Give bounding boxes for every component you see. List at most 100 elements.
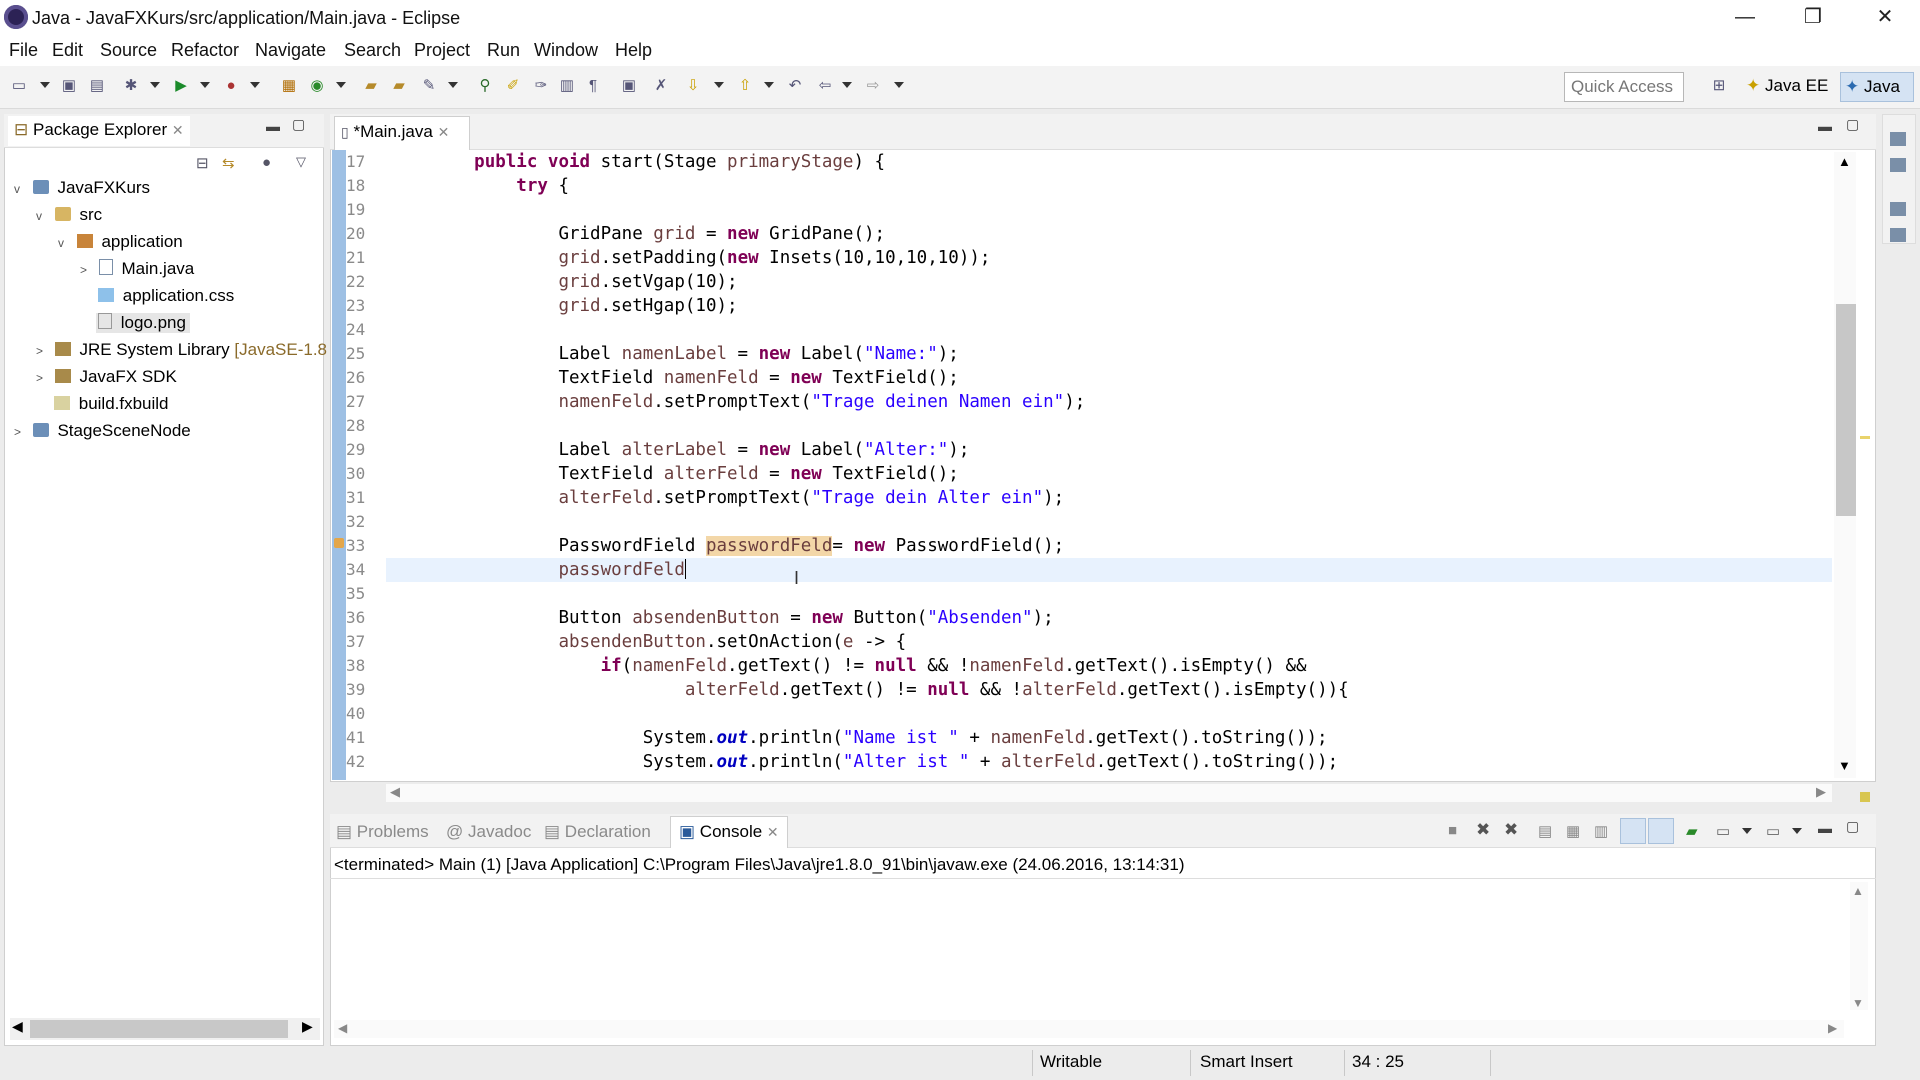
restore-button[interactable]: ❐ xyxy=(1780,0,1846,36)
outline-icon[interactable] xyxy=(1890,228,1906,242)
scroll-lock-icon[interactable]: ▦ xyxy=(1566,822,1580,840)
scroll-up-icon[interactable]: ▲ xyxy=(1852,884,1864,898)
tab-problems[interactable]: ▤ Problems xyxy=(336,822,429,842)
run-icon[interactable]: ▶ xyxy=(172,78,190,94)
menu-search[interactable]: Search xyxy=(344,40,401,61)
debug-dropdown-icon[interactable] xyxy=(150,82,160,88)
close-tab-icon[interactable]: ✕ xyxy=(438,124,450,140)
back-icon[interactable]: ⇦ xyxy=(816,78,834,94)
scroll-right-icon[interactable]: ▶ xyxy=(1816,784,1826,800)
remove-launch-icon[interactable]: ✖ xyxy=(1476,820,1490,840)
last-edit-location-icon[interactable]: ↶ xyxy=(786,78,804,94)
expand-arrow-icon[interactable]: v xyxy=(36,209,48,223)
open-task-icon[interactable]: ▰ xyxy=(390,78,408,94)
open-console-dropdown-icon[interactable] xyxy=(1792,828,1802,834)
new-class-dropdown-icon[interactable] xyxy=(336,82,346,88)
scroll-left-icon[interactable]: ◀ xyxy=(338,1021,347,1035)
scroll-right-icon[interactable]: ▶ xyxy=(302,1018,313,1035)
show-console-on-stderr-icon[interactable] xyxy=(1648,818,1674,844)
focus-on-active-task-icon[interactable]: ● xyxy=(262,154,271,171)
menu-edit[interactable]: Edit xyxy=(52,40,83,61)
close-tab-icon[interactable]: ✕ xyxy=(767,824,779,840)
clear-console-icon[interactable]: ▤ xyxy=(1538,822,1552,840)
tab-declaration[interactable]: ▤ Declaration xyxy=(544,822,651,842)
menu-file[interactable]: File xyxy=(9,40,38,61)
tree-item-src[interactable]: v src xyxy=(12,205,322,232)
toggle-block-selection-icon[interactable]: ✑ xyxy=(532,78,550,94)
display-selected-console-icon[interactable]: ▭ xyxy=(1716,822,1730,840)
link-with-editor-icon[interactable]: ⇆ xyxy=(222,154,235,172)
open-type-icon[interactable]: ▰ xyxy=(362,78,380,94)
tree-item-build-fxbuild[interactable]: build.fxbuild xyxy=(12,394,322,421)
expand-arrow-icon[interactable]: > xyxy=(36,371,48,385)
close-tab-icon[interactable]: ✕ xyxy=(172,122,184,138)
scroll-down-icon[interactable]: ▼ xyxy=(1852,996,1864,1010)
display-console-dropdown-icon[interactable] xyxy=(1742,828,1752,834)
quick-assist-bulb-icon[interactable] xyxy=(334,538,344,548)
forward-icon[interactable]: ⇨ xyxy=(864,78,882,94)
new-icon[interactable]: ▭ xyxy=(10,78,28,94)
editor-vscroll-thumb[interactable] xyxy=(1836,304,1856,516)
pin-icon[interactable]: ✗ xyxy=(652,78,670,94)
search-icon[interactable]: ✎ xyxy=(420,78,438,94)
tree-item-application[interactable]: v application xyxy=(12,232,322,259)
run-dropdown-icon[interactable] xyxy=(200,82,210,88)
forward-dropdown-icon[interactable] xyxy=(894,82,904,88)
package-explorer-hscroll-thumb[interactable] xyxy=(30,1020,288,1038)
new-dropdown-icon[interactable] xyxy=(40,82,50,88)
pin-console-icon[interactable]: ▰ xyxy=(1686,822,1698,840)
tree-item-stagescenenode[interactable]: > StageSceneNode xyxy=(12,421,322,448)
tree-item-jre-system-library[interactable]: > JRE System Library [JavaSE-1.8 xyxy=(12,340,327,367)
editor-hscrollbar[interactable] xyxy=(386,784,1832,802)
menu-navigate[interactable]: Navigate xyxy=(255,40,326,61)
maximize-editor-icon[interactable]: ▢ xyxy=(1846,116,1859,133)
terminal-icon[interactable]: ▣ xyxy=(620,78,638,94)
scroll-down-icon[interactable]: ▼ xyxy=(1838,758,1851,773)
overview-occurrence-marker[interactable] xyxy=(1860,436,1870,439)
scroll-right-icon[interactable]: ▶ xyxy=(1828,1021,1837,1035)
menu-window[interactable]: Window xyxy=(534,40,598,61)
quick-access-field[interactable]: Quick Access xyxy=(1564,72,1684,102)
maximize-view-icon[interactable]: ▢ xyxy=(292,116,305,133)
restore-view-icon[interactable] xyxy=(1890,202,1906,216)
previous-annotation-dropdown-icon[interactable] xyxy=(764,82,774,88)
tree-item-javafxkurs[interactable]: v JavaFXKurs xyxy=(12,178,322,205)
open-console-icon[interactable]: ▭ xyxy=(1766,822,1780,840)
toggle-breadcrumb-icon[interactable]: ⚲ xyxy=(476,78,494,94)
menu-refactor[interactable]: Refactor xyxy=(171,40,239,61)
open-perspective-icon[interactable]: ⊞ xyxy=(1710,78,1728,94)
menu-project[interactable]: Project xyxy=(414,40,470,61)
pilcrow-icon[interactable]: ¶ xyxy=(584,78,602,94)
mark-occurrences-icon[interactable]: ✐ xyxy=(504,78,522,94)
code-editor[interactable]: public void start(Stage primaryStage) { … xyxy=(386,150,1832,780)
minimize-view-icon[interactable]: ▬ xyxy=(266,118,280,134)
expand-arrow-icon[interactable]: > xyxy=(80,263,92,277)
close-button[interactable]: ✕ xyxy=(1852,0,1918,36)
word-wrap-icon[interactable]: ▥ xyxy=(1594,822,1608,840)
maximize-console-icon[interactable]: ▢ xyxy=(1846,818,1859,835)
back-dropdown-icon[interactable] xyxy=(842,82,852,88)
restore-view-icon[interactable] xyxy=(1890,132,1906,146)
tree-item-main-java[interactable]: > Main.java xyxy=(12,259,322,286)
expand-arrow-icon[interactable]: > xyxy=(36,344,48,358)
show-console-on-stdout-icon[interactable] xyxy=(1620,818,1646,844)
scroll-left-icon[interactable]: ◀ xyxy=(12,1018,23,1035)
menu-source[interactable]: Source xyxy=(100,40,157,61)
scroll-up-icon[interactable]: ▲ xyxy=(1838,154,1851,169)
task-list-icon[interactable] xyxy=(1890,158,1906,172)
tree-item-application-css[interactable]: application.css xyxy=(12,286,322,313)
tab-javadoc[interactable]: @ Javadoc xyxy=(446,822,531,842)
save-icon[interactable]: ▣ xyxy=(60,78,78,94)
search-dropdown-icon[interactable] xyxy=(448,82,458,88)
external-tools-icon[interactable]: ● xyxy=(222,78,240,94)
perspective-java-ee[interactable]: ✦ Java EE xyxy=(1746,76,1828,96)
terminate-icon[interactable]: ■ xyxy=(1448,822,1457,839)
expand-arrow-icon[interactable]: > xyxy=(14,425,26,439)
tab-main-java[interactable]: ▯ *Main.java ✕ xyxy=(334,116,470,150)
collapse-all-icon[interactable]: ⊟ xyxy=(196,154,209,172)
new-java-package-icon[interactable]: ▦ xyxy=(280,78,298,94)
console-vscrollbar[interactable] xyxy=(1850,882,1868,1010)
console-hscrollbar[interactable] xyxy=(334,1020,1844,1038)
perspective-java[interactable]: ✦ Java xyxy=(1840,72,1914,102)
overview-ruler[interactable] xyxy=(1858,152,1872,778)
